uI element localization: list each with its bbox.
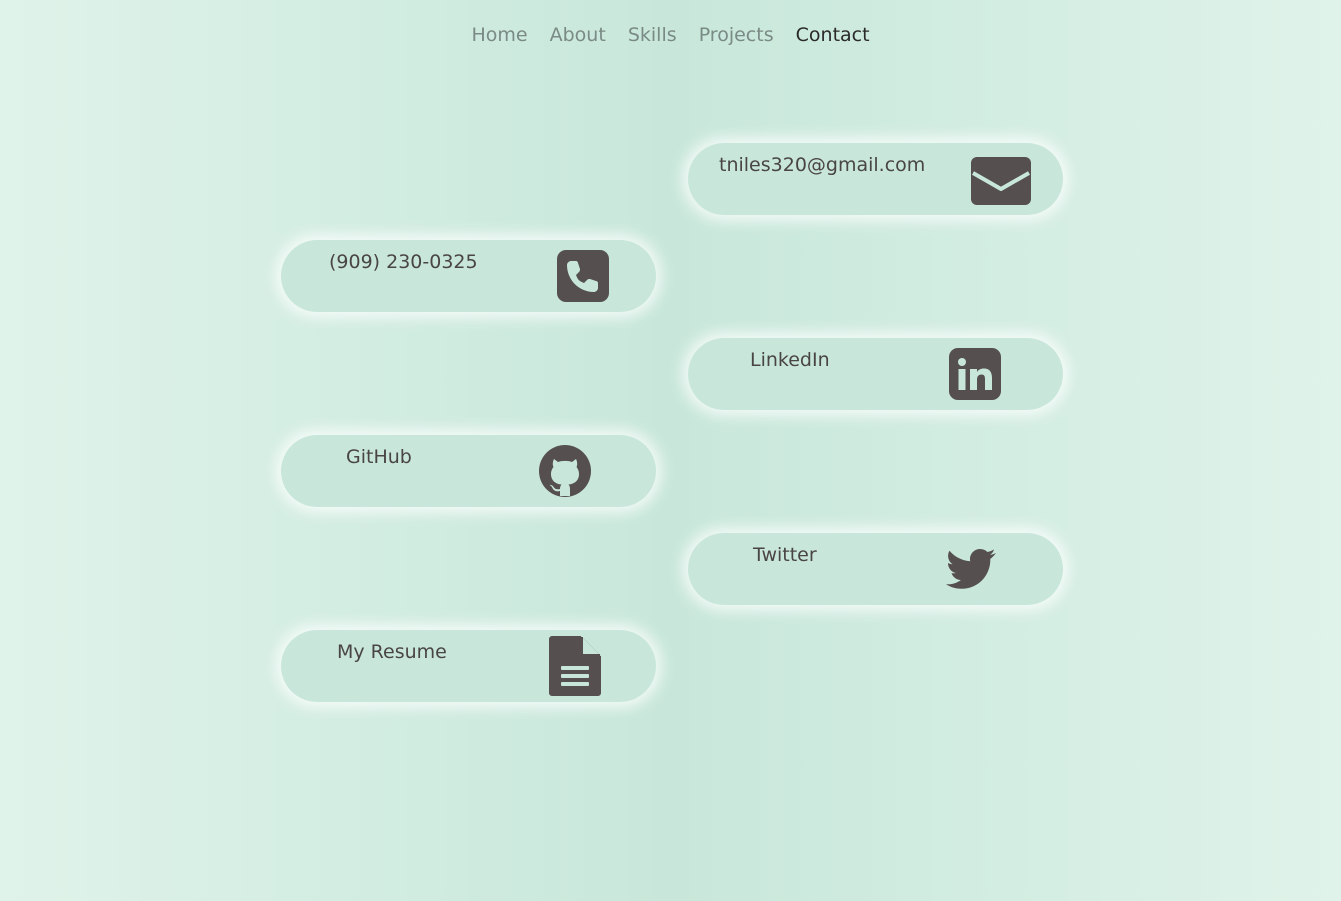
linkedin-icon bbox=[949, 348, 1001, 400]
resume-card[interactable]: My Resume bbox=[281, 630, 656, 702]
github-card[interactable]: GitHub bbox=[281, 435, 656, 507]
nav-projects[interactable]: Projects bbox=[699, 24, 774, 46]
nav-skills[interactable]: Skills bbox=[628, 24, 677, 46]
github-label: GitHub bbox=[346, 446, 412, 468]
phone-card[interactable]: (909) 230-0325 bbox=[281, 240, 656, 312]
linkedin-card[interactable]: LinkedIn bbox=[688, 338, 1063, 410]
nav-contact[interactable]: Contact bbox=[796, 24, 870, 46]
twitter-label: Twitter bbox=[753, 544, 817, 566]
linkedin-label: LinkedIn bbox=[750, 349, 830, 371]
resume-label: My Resume bbox=[337, 641, 447, 663]
envelope-icon bbox=[971, 157, 1031, 205]
email-card[interactable]: tniles320@gmail.com bbox=[688, 143, 1063, 215]
nav-about[interactable]: About bbox=[550, 24, 606, 46]
phone-icon bbox=[557, 250, 609, 302]
nav-home[interactable]: Home bbox=[471, 24, 527, 46]
phone-label: (909) 230-0325 bbox=[329, 251, 478, 273]
email-label: tniles320@gmail.com bbox=[719, 154, 926, 176]
document-icon bbox=[549, 636, 601, 696]
twitter-card[interactable]: Twitter bbox=[688, 533, 1063, 605]
github-icon bbox=[539, 445, 591, 497]
twitter-icon bbox=[946, 549, 996, 589]
main-nav: Home About Skills Projects Contact bbox=[0, 24, 1341, 46]
